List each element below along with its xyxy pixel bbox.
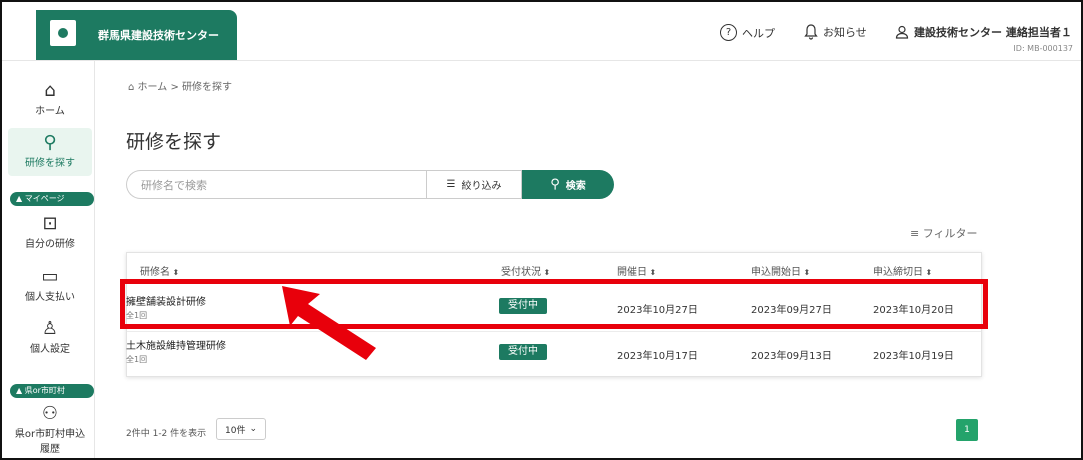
search-input[interactable]: [139, 178, 403, 193]
pref-section-badge[interactable]: ▲ 県or市町村: [10, 384, 94, 398]
user-icon: [895, 25, 909, 39]
user-id: ID: MB-000137: [1013, 44, 1073, 53]
filter-icon: ≡: [910, 227, 920, 240]
sidebar-item-my-training[interactable]: ⊡ 自分の研修: [8, 213, 92, 250]
bell-icon: [804, 24, 818, 40]
search-button[interactable]: ⚲ 検索: [522, 170, 614, 199]
mypage-section-badge[interactable]: ▲ マイページ: [10, 192, 94, 206]
chevron-down-icon: ⌄: [249, 424, 257, 434]
event-date: 2023年10月17日: [617, 351, 698, 362]
brand-banner[interactable]: 群馬県建設技術センター: [36, 10, 237, 60]
home-icon: ⌂: [44, 80, 56, 101]
per-page-select[interactable]: 10件 ⌄: [216, 418, 266, 440]
site-title: 群馬県建設技術センター: [98, 29, 219, 42]
help-link[interactable]: ? ヘルプ: [720, 24, 775, 41]
notices-link[interactable]: お知らせ: [804, 24, 867, 40]
page-button-1[interactable]: 1: [956, 419, 978, 441]
breadcrumb-current: 研修を探す: [182, 82, 233, 93]
apply-start-date: 2023年09月13日: [751, 351, 832, 362]
table-row[interactable]: 土木施設維持管理研修 全1回 受付中 2023年10月17日 2023年09月1…: [126, 331, 981, 377]
header: 群馬県建設技術センター ? ヘルプ お知らせ 建設技術センター 連絡担当者１ I…: [2, 2, 1081, 61]
logo: [50, 20, 76, 46]
home-icon: ⌂: [128, 82, 135, 93]
filter-link[interactable]: ≡ フィルター: [910, 225, 978, 241]
breadcrumb-home[interactable]: ホーム: [138, 82, 168, 93]
breadcrumb: ⌂ ホーム > 研修を探す: [128, 82, 233, 93]
sidebar-item-personal-settings[interactable]: ♙ 個人設定: [8, 318, 92, 355]
sidebar-item-pref-history[interactable]: ⚇ 県or市町村申込 履歴: [8, 403, 92, 455]
pager-summary: 2件中 1-2 件を表示: [126, 429, 207, 439]
search-icon: ⚲: [550, 177, 560, 192]
user-menu[interactable]: 建設技術センター 連絡担当者１: [895, 24, 1072, 40]
highlight-box: [120, 279, 988, 329]
narrow-down-button[interactable]: ☰ 絞り込み: [426, 170, 522, 199]
status-badge: 受付中: [499, 344, 547, 360]
training-name[interactable]: 土木施設維持管理研修: [126, 337, 226, 352]
sidebar-item-personal-payment[interactable]: ▭ 個人支払い: [8, 266, 92, 303]
group-icon: ⚇: [41, 403, 59, 424]
card-icon: ▭: [41, 266, 59, 287]
sidebar-item-search[interactable]: ⚲ 研修を探す: [8, 128, 92, 176]
column-header-name[interactable]: 研修名: [140, 263, 179, 278]
sidebar-item-home[interactable]: ⌂ ホーム: [8, 80, 92, 117]
person-icon: ♙: [41, 318, 59, 339]
session-count: 全1回: [126, 355, 148, 364]
apply-deadline: 2023年10月19日: [873, 351, 954, 362]
sliders-icon: ☰: [446, 179, 456, 190]
column-header-status[interactable]: 受付状況: [501, 263, 550, 278]
bookmark-icon: ⊡: [42, 213, 58, 234]
search-icon: ⚲: [43, 132, 57, 153]
red-arrow-icon: [282, 286, 376, 360]
sidebar: ⌂ ホーム ⚲ 研修を探す ▲ マイページ ⊡ 自分の研修 ▭ 個人支払い ♙ …: [2, 60, 95, 458]
page-title: 研修を探す: [126, 131, 222, 153]
column-header-deadline[interactable]: 申込締切日: [873, 263, 932, 278]
column-header-start[interactable]: 申込開始日: [751, 263, 810, 278]
search-box: [126, 170, 426, 199]
column-header-date[interactable]: 開催日: [617, 263, 656, 278]
help-icon: ?: [720, 24, 737, 41]
